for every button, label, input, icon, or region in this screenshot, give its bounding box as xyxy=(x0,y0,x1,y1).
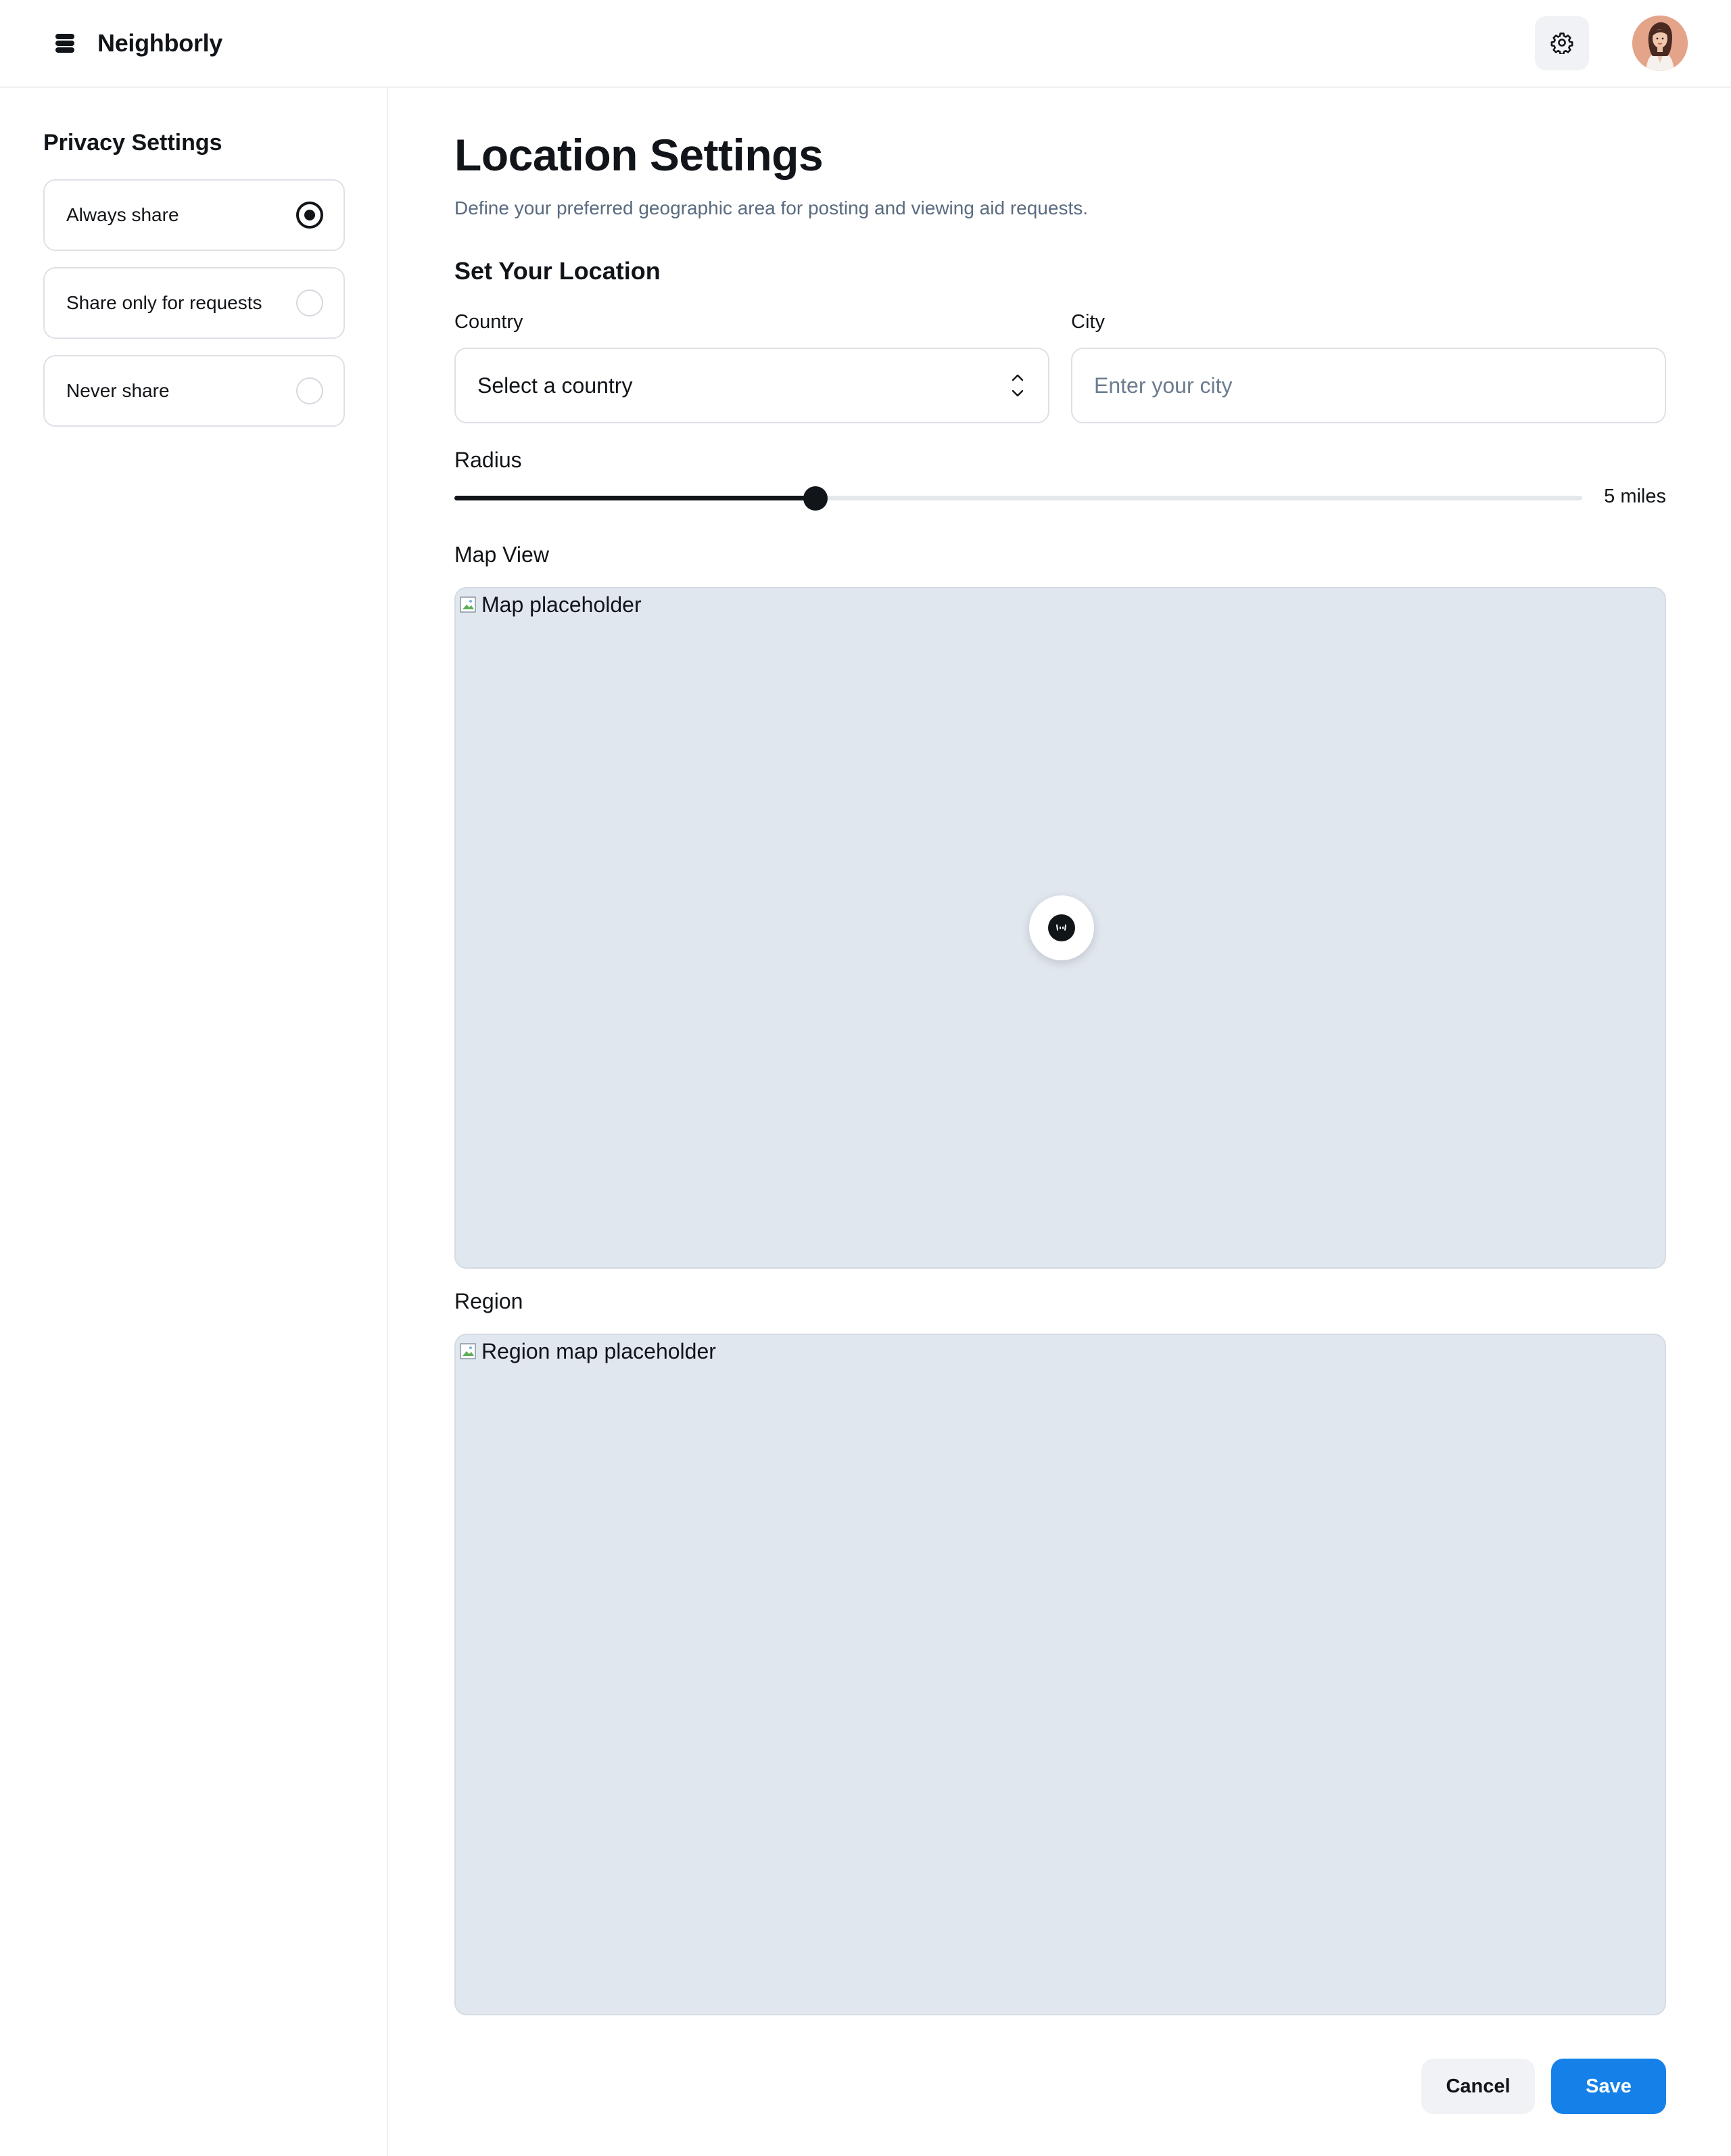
brand[interactable]: Neighborly xyxy=(51,29,222,57)
city-input[interactable] xyxy=(1071,348,1666,423)
section-title: Set Your Location xyxy=(454,257,661,285)
country-select-value: Select a country xyxy=(477,373,633,398)
country-label: Country xyxy=(454,311,523,333)
stack-logo-icon xyxy=(51,30,78,57)
save-button[interactable]: Save xyxy=(1551,2059,1666,2114)
page-description: Define your preferred geographic area fo… xyxy=(454,197,1089,218)
sidebar-title: Privacy Settings xyxy=(43,130,222,156)
option-label: Always share xyxy=(66,204,179,225)
radius-label: Radius xyxy=(454,448,522,472)
region-label: Region xyxy=(454,1289,523,1313)
country-select[interactable]: Select a country xyxy=(454,348,1049,423)
page-title: Location Settings xyxy=(454,130,824,180)
location-pin-icon xyxy=(1048,914,1075,941)
broken-image-icon xyxy=(458,1341,480,1363)
gear-icon xyxy=(1550,31,1573,56)
option-label: Never share xyxy=(66,380,170,401)
city-label: City xyxy=(1071,311,1105,333)
map-view-label: Map View xyxy=(454,542,549,567)
slider-thumb[interactable] xyxy=(803,486,828,511)
radio-selected[interactable] xyxy=(296,202,323,229)
settings-button[interactable] xyxy=(1535,16,1589,70)
broken-image-icon xyxy=(458,594,480,616)
user-avatar[interactable] xyxy=(1632,16,1688,71)
chevron-up-down-icon xyxy=(1009,369,1026,402)
radio-unselected[interactable] xyxy=(296,377,323,404)
app-name: Neighborly xyxy=(97,29,223,57)
radio-unselected[interactable] xyxy=(296,289,323,317)
privacy-option-share-for-requests[interactable]: Share only for requests xyxy=(43,267,345,339)
privacy-sidebar: Privacy Settings Always share Share only… xyxy=(0,88,388,2156)
cancel-button[interactable]: Cancel xyxy=(1421,2059,1535,2114)
slider-fill xyxy=(454,496,815,500)
privacy-option-always-share[interactable]: Always share xyxy=(43,179,345,251)
radius-slider[interactable] xyxy=(454,484,1582,511)
top-header: Neighborly xyxy=(0,0,1731,88)
region-alt-text: Region map placeholder xyxy=(481,1339,716,1363)
option-label: Share only for requests xyxy=(66,292,262,313)
region-image-alt: Region map placeholder xyxy=(458,1339,716,1364)
region-map[interactable]: Region map placeholder xyxy=(454,1334,1666,2015)
map-alt-text: Map placeholder xyxy=(481,592,642,617)
location-pin-button[interactable] xyxy=(1029,895,1094,960)
map-image-alt: Map placeholder xyxy=(458,592,642,617)
map-view[interactable]: Map placeholder xyxy=(454,587,1666,1269)
privacy-option-never-share[interactable]: Never share xyxy=(43,355,345,427)
radius-value: 5 miles xyxy=(1604,486,1666,507)
